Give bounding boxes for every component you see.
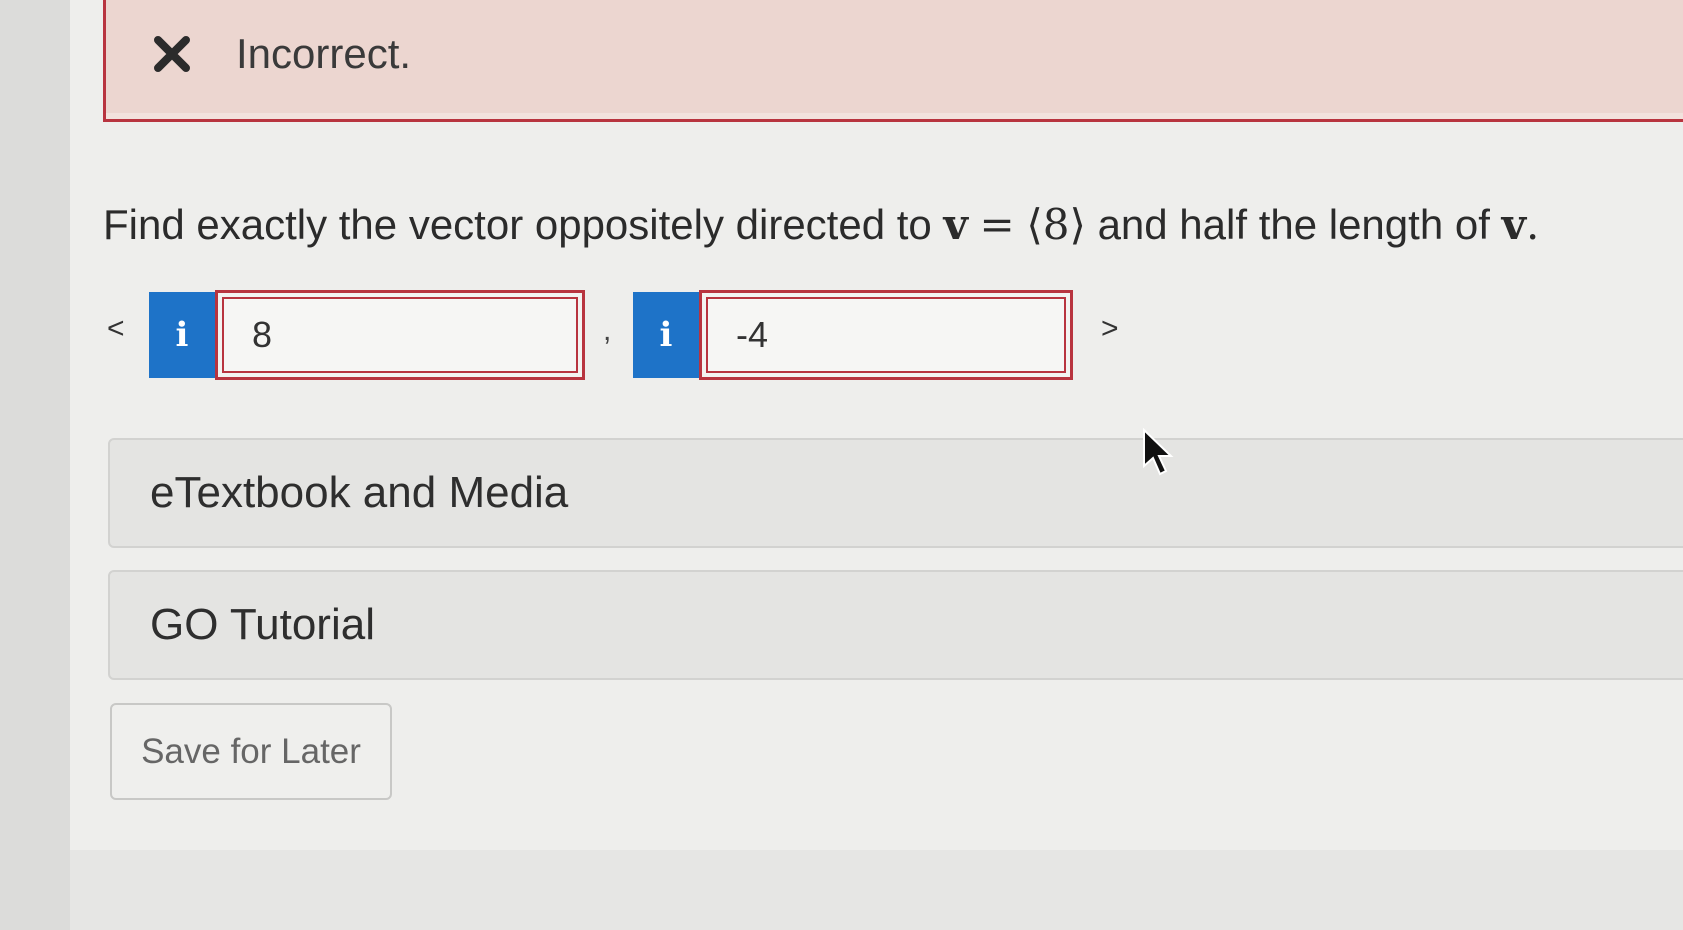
info-icon[interactable]: i — [633, 292, 699, 378]
answer-field-1-wrapper — [215, 290, 585, 380]
left-margin — [0, 0, 70, 930]
save-for-later-button[interactable]: Save for Later — [110, 703, 392, 800]
answer-row: < i , i > — [103, 290, 1153, 380]
question-text: Find exactly the vector oppositely direc… — [103, 200, 1539, 249]
vector-value: ⟨8⟩ — [1026, 200, 1086, 249]
info-glyph: i — [175, 315, 189, 355]
separator-comma: , — [603, 314, 612, 347]
etextbook-label: eTextbook and Media — [150, 468, 569, 517]
answer-field-1[interactable] — [222, 297, 578, 373]
info-glyph: i — [659, 315, 673, 355]
equals-sign: = — [979, 200, 1015, 249]
close-bracket: > — [1101, 312, 1119, 345]
go-tutorial-label: GO Tutorial — [150, 600, 375, 649]
go-tutorial-panel[interactable]: GO Tutorial — [108, 570, 1683, 680]
etextbook-media-panel[interactable]: eTextbook and Media — [108, 438, 1683, 548]
x-icon — [154, 36, 190, 72]
mouse-cursor-icon — [1143, 428, 1174, 476]
answer-field-2[interactable] — [706, 297, 1066, 373]
feedback-status: Incorrect. — [236, 30, 412, 77]
vector-symbol-end: v — [1501, 200, 1526, 249]
question-prefix: Find exactly the vector oppositely direc… — [103, 201, 932, 248]
info-icon[interactable]: i — [149, 292, 215, 378]
open-bracket: < — [107, 312, 125, 345]
feedback-banner: Incorrect. — [103, 0, 1683, 122]
question-period: . — [1525, 200, 1540, 249]
answer-field-2-wrapper — [699, 290, 1073, 380]
save-label: Save for Later — [141, 732, 361, 771]
question-suffix: and half the length of — [1097, 201, 1490, 248]
vector-symbol: v — [943, 200, 968, 249]
